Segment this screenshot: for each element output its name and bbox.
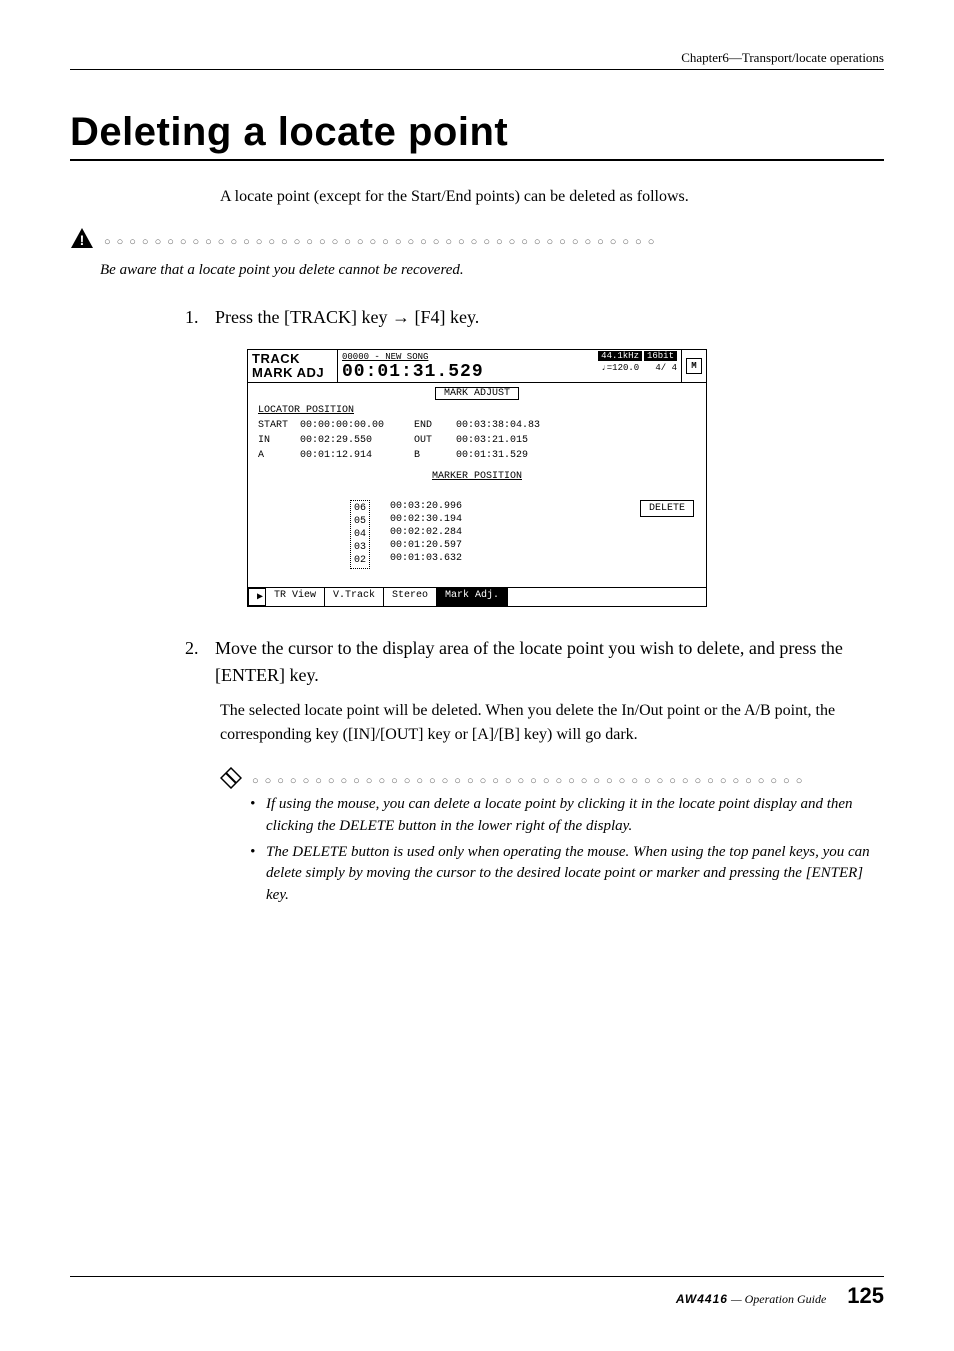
tab-v-track[interactable]: V.Track [325, 588, 384, 606]
step-2-text: Move the cursor to the display area of t… [215, 635, 874, 689]
warning-icon: ! [70, 227, 94, 257]
marker-area: 06 05 04 03 02 00:03:20.996 00:02:30.194… [260, 500, 694, 569]
sample-rate-badge: 44.1kHz [598, 351, 642, 361]
chapter-header: Chapter6—Transport/locate operations [70, 50, 884, 70]
screen-header-mid: 00000 - NEW SONG 44.1kHz16bit 00:01:31.5… [338, 350, 682, 383]
divider-dots: ○○○○○○○○○○○○○○○○○○○○○○○○○○○○○○○○○○○○○○○○… [104, 234, 660, 251]
screen-mode-label: TRACK MARK ADJ [248, 350, 338, 383]
footer-guide: — Operation Guide [728, 1292, 826, 1306]
lcd-screenshot: TRACK MARK ADJ 00000 - NEW SONG 44.1kHz1… [247, 349, 707, 608]
locator-left-col: START 00:00:00:00.00 IN 00:02:29.550 A 0… [258, 418, 384, 463]
tab-mark-adj[interactable]: Mark Adj. [437, 588, 508, 606]
screen-titlebar: TRACK MARK ADJ 00000 - NEW SONG 44.1kHz1… [248, 350, 706, 384]
step-2-number: 2. [185, 635, 215, 662]
m-icon: M [686, 358, 702, 374]
tab-stereo[interactable]: Stereo [384, 588, 437, 606]
bit-depth-badge: 16bit [644, 351, 677, 361]
tip-icon [220, 767, 242, 794]
tip-block: ○○○○○○○○○○○○○○○○○○○○○○○○○○○○○○○○○○○○○○○○… [220, 767, 884, 907]
tip-list: If using the mouse, you can delete a loc… [250, 794, 884, 907]
marker-numbers[interactable]: 06 05 04 03 02 [350, 500, 370, 569]
step-1-text: Press the [TRACK] key → [F4] key. [215, 304, 874, 331]
locator-table: START 00:00:00:00.00 IN 00:02:29.550 A 0… [258, 418, 696, 463]
tempo: ♩=120.0 [601, 363, 639, 373]
page-footer: AW4416 — Operation Guide 125 [70, 1276, 884, 1309]
step-1: 1.Press the [TRACK] key → [F4] key. [185, 304, 884, 331]
step-1-number: 1. [185, 304, 215, 331]
tip-1: If using the mouse, you can delete a loc… [250, 794, 884, 838]
tab-tr-view[interactable]: TR View [266, 588, 325, 606]
divider-dots: ○○○○○○○○○○○○○○○○○○○○○○○○○○○○○○○○○○○○○○○○… [252, 775, 808, 787]
m-badge-cell: M [682, 350, 706, 383]
tip-2: The DELETE button is used only when oper… [250, 842, 884, 907]
marker-times: 00:03:20.996 00:02:30.194 00:02:02.284 0… [390, 500, 462, 565]
intro-paragraph: A locate point (except for the Start/End… [220, 185, 884, 209]
warning-text: Be aware that a locate point you delete … [100, 259, 884, 282]
svg-text:!: ! [80, 232, 85, 248]
time-signature: 4/ 4 [655, 363, 677, 373]
play-icon[interactable]: ▶ [248, 588, 266, 606]
locator-position-label: LOCATOR POSITION [258, 405, 696, 416]
step-2: 2.Move the cursor to the display area of… [185, 635, 884, 689]
locator-right-col: END 00:03:38:04.83 OUT 00:03:21.015 B 00… [414, 418, 540, 463]
song-name: 00000 - NEW SONG [342, 352, 428, 362]
delete-button[interactable]: DELETE [640, 500, 694, 517]
screen-tabs: ▶ TR View V.Track Stereo Mark Adj. [248, 587, 706, 606]
step-2-desc: The selected locate point will be delete… [220, 699, 884, 747]
timecode: 00:01:31.529 [342, 363, 484, 381]
footer-page-number: 125 [847, 1283, 884, 1308]
footer-model: AW4416 [676, 1292, 728, 1306]
marker-position-label: MARKER POSITION [248, 471, 706, 482]
warning-block: ! ○○○○○○○○○○○○○○○○○○○○○○○○○○○○○○○○○○○○○○… [70, 227, 884, 282]
page-title: Deleting a locate point [70, 110, 884, 161]
mark-adjust-chip: MARK ADJUST [248, 387, 706, 399]
